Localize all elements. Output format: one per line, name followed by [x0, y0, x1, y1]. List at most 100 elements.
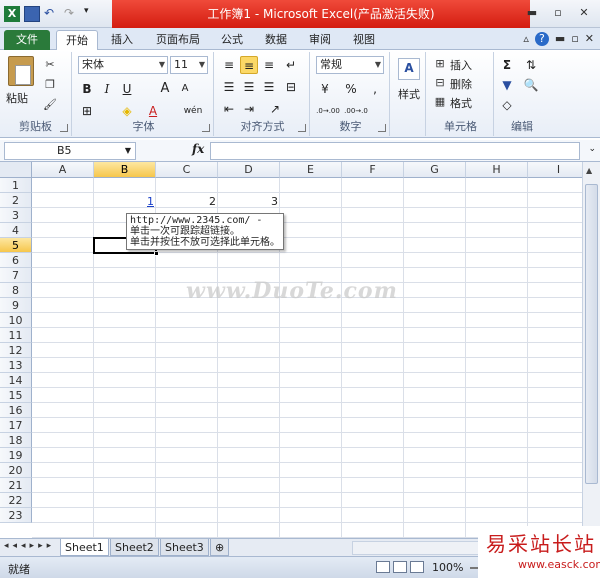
clear-icon[interactable]: ◇: [498, 96, 516, 114]
insert-function-button[interactable]: fx: [192, 142, 204, 156]
paste-icon[interactable]: [8, 56, 34, 86]
align-bottom-icon[interactable]: ≡: [260, 56, 278, 74]
cell-b2-hyperlink[interactable]: 1: [96, 194, 154, 209]
currency-icon[interactable]: ¥: [316, 80, 334, 98]
cut-icon[interactable]: ✂: [42, 58, 58, 72]
number-launcher-icon[interactable]: [378, 124, 386, 132]
select-all-corner[interactable]: [0, 162, 32, 178]
insert-cells-label[interactable]: 插入: [450, 57, 472, 73]
align-middle-icon[interactable]: ≡: [240, 56, 258, 74]
tab-review[interactable]: 审阅: [302, 30, 338, 50]
row-header[interactable]: 11: [0, 328, 32, 343]
tab-home[interactable]: 开始: [56, 30, 98, 50]
row-header[interactable]: 6: [0, 253, 32, 268]
percent-button[interactable]: %: [342, 80, 360, 98]
format-cells-icon[interactable]: ▦: [432, 95, 448, 109]
minimize-ribbon-icon[interactable]: ▵: [523, 32, 529, 46]
restore-icon[interactable]: ▫: [548, 5, 568, 21]
row-header[interactable]: 21: [0, 478, 32, 493]
vertical-scroll-thumb[interactable]: [585, 184, 598, 484]
align-left-icon[interactable]: ☰: [220, 78, 238, 96]
tab-view[interactable]: 视图: [346, 30, 382, 50]
row-header[interactable]: 20: [0, 463, 32, 478]
tab-insert[interactable]: 插入: [104, 30, 140, 50]
orientation-icon[interactable]: ↗: [266, 100, 284, 118]
styles-button-label[interactable]: 样式: [392, 86, 426, 102]
row-header[interactable]: 16: [0, 403, 32, 418]
new-sheet-icon[interactable]: ⊕: [210, 539, 230, 556]
customize-qat-icon[interactable]: ▾: [84, 6, 100, 22]
row-header[interactable]: 1: [0, 178, 32, 193]
save-icon[interactable]: [24, 6, 40, 22]
column-header-g[interactable]: G: [404, 162, 466, 178]
excel-logo-icon[interactable]: X: [4, 6, 20, 22]
help-icon[interactable]: ?: [534, 32, 549, 46]
sheet-tab-1[interactable]: Sheet1: [60, 539, 109, 556]
comma-button[interactable]: ,: [366, 80, 384, 98]
underline-button[interactable]: U: [118, 80, 136, 98]
vertical-scrollbar[interactable]: ▲ ▼: [582, 162, 600, 538]
font-launcher-icon[interactable]: [202, 124, 210, 132]
fill-handle[interactable]: [154, 251, 159, 256]
fill-icon[interactable]: ▼: [498, 76, 516, 94]
insert-cells-icon[interactable]: ⊞: [432, 57, 448, 71]
align-right-icon[interactable]: ☰: [260, 78, 278, 96]
zoom-level[interactable]: 100%: [432, 561, 463, 574]
row-header-selected[interactable]: 5: [0, 238, 32, 253]
styles-icon[interactable]: A: [398, 58, 420, 80]
row-header[interactable]: 9: [0, 298, 32, 313]
minimize-icon[interactable]: ▬: [522, 5, 542, 21]
find-select-icon[interactable]: 🔍: [522, 76, 540, 94]
workbook-restore-icon[interactable]: ▫: [571, 32, 578, 46]
autosum-button[interactable]: Σ: [498, 56, 516, 74]
merge-center-icon[interactable]: ⊟: [282, 78, 300, 96]
wrap-text-icon[interactable]: ↵: [282, 56, 300, 74]
row-header[interactable]: 14: [0, 373, 32, 388]
row-header[interactable]: 12: [0, 343, 32, 358]
alignment-launcher-icon[interactable]: [298, 124, 306, 132]
font-size-combo[interactable]: 11 ▼: [170, 56, 208, 74]
italic-button[interactable]: I: [98, 80, 116, 98]
bold-button[interactable]: B: [78, 80, 96, 98]
increase-indent-icon[interactable]: ⇥: [240, 100, 258, 118]
redo-icon[interactable]: ↷: [64, 6, 80, 22]
font-name-combo[interactable]: 宋体 ▼: [78, 56, 168, 74]
column-header-h[interactable]: H: [466, 162, 528, 178]
align-top-icon[interactable]: ≡: [220, 56, 238, 74]
formula-input[interactable]: [210, 142, 580, 160]
row-header[interactable]: 7: [0, 268, 32, 283]
tab-formulas[interactable]: 公式: [214, 30, 250, 50]
name-box[interactable]: B5 ▼: [4, 142, 136, 160]
column-header-i[interactable]: I: [528, 162, 582, 178]
row-header[interactable]: 18: [0, 433, 32, 448]
delete-cells-label[interactable]: 删除: [450, 76, 472, 92]
column-header-f[interactable]: F: [342, 162, 404, 178]
cell-c2[interactable]: 2: [158, 194, 216, 209]
column-header-d[interactable]: D: [218, 162, 280, 178]
column-header-c[interactable]: C: [156, 162, 218, 178]
sheet-nav-arrows-icon[interactable]: ◂◂◂▸▸▸: [4, 541, 55, 551]
expand-formula-bar-icon[interactable]: ⌄: [588, 144, 596, 154]
row-header[interactable]: 4: [0, 223, 32, 238]
close-icon[interactable]: ✕: [574, 5, 594, 21]
column-header-e[interactable]: E: [280, 162, 342, 178]
shrink-font-button[interactable]: A: [176, 80, 194, 98]
number-format-combo[interactable]: 常规 ▼: [316, 56, 384, 74]
row-header[interactable]: 17: [0, 418, 32, 433]
format-painter-icon[interactable]: 🖌: [42, 98, 58, 112]
delete-cells-icon[interactable]: ⊟: [432, 76, 448, 90]
paste-button-label[interactable]: 粘贴: [6, 90, 28, 106]
column-header-b[interactable]: B: [94, 162, 156, 178]
row-header[interactable]: 10: [0, 313, 32, 328]
tab-file[interactable]: 文件: [4, 30, 50, 50]
cell-area[interactable]: [32, 178, 582, 538]
column-header-a[interactable]: A: [32, 162, 94, 178]
workbook-minimize-icon[interactable]: ▬: [555, 32, 565, 46]
row-header[interactable]: 19: [0, 448, 32, 463]
normal-view-icon[interactable]: [376, 561, 390, 573]
sheet-tab-3[interactable]: Sheet3: [160, 539, 209, 556]
row-header[interactable]: 22: [0, 493, 32, 508]
row-header[interactable]: 2: [0, 193, 32, 208]
copy-icon[interactable]: ❐: [42, 78, 58, 92]
sheet-tab-2[interactable]: Sheet2: [110, 539, 159, 556]
